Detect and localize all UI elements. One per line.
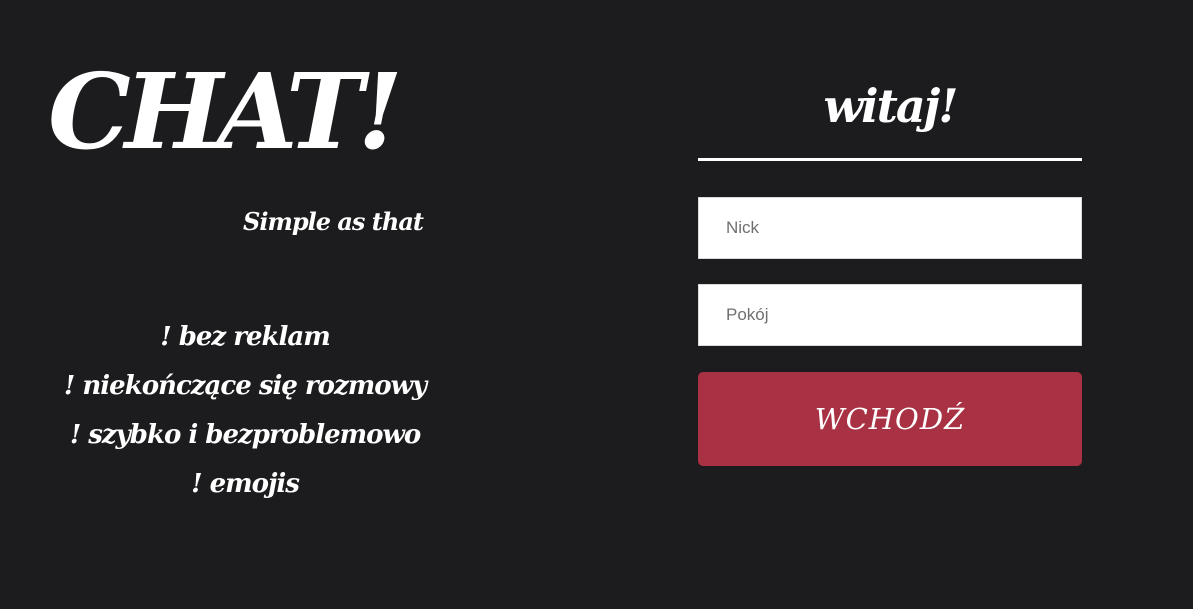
login-form: witaj! WCHODŹ [698, 0, 1082, 609]
room-input[interactable] [698, 284, 1082, 346]
greeting-divider [698, 158, 1082, 161]
brand-tagline: Simple as that [243, 207, 424, 236]
feature-item: ! niekończące się rozmowy [63, 371, 427, 401]
enter-button[interactable]: WCHODŹ [698, 372, 1082, 466]
brand-title: CHAT! [48, 50, 403, 173]
nick-input[interactable] [698, 197, 1082, 259]
greeting-heading: witaj! [823, 79, 959, 133]
feature-list: ! bez reklam ! niekończące się rozmowy !… [60, 313, 430, 509]
feature-item: ! szybko i bezproblemowo [69, 420, 421, 450]
intro-panel: CHAT! Simple as that ! bez reklam ! niek… [0, 0, 480, 609]
feature-item: ! emojis [191, 469, 300, 499]
feature-item: ! bez reklam [160, 322, 331, 352]
